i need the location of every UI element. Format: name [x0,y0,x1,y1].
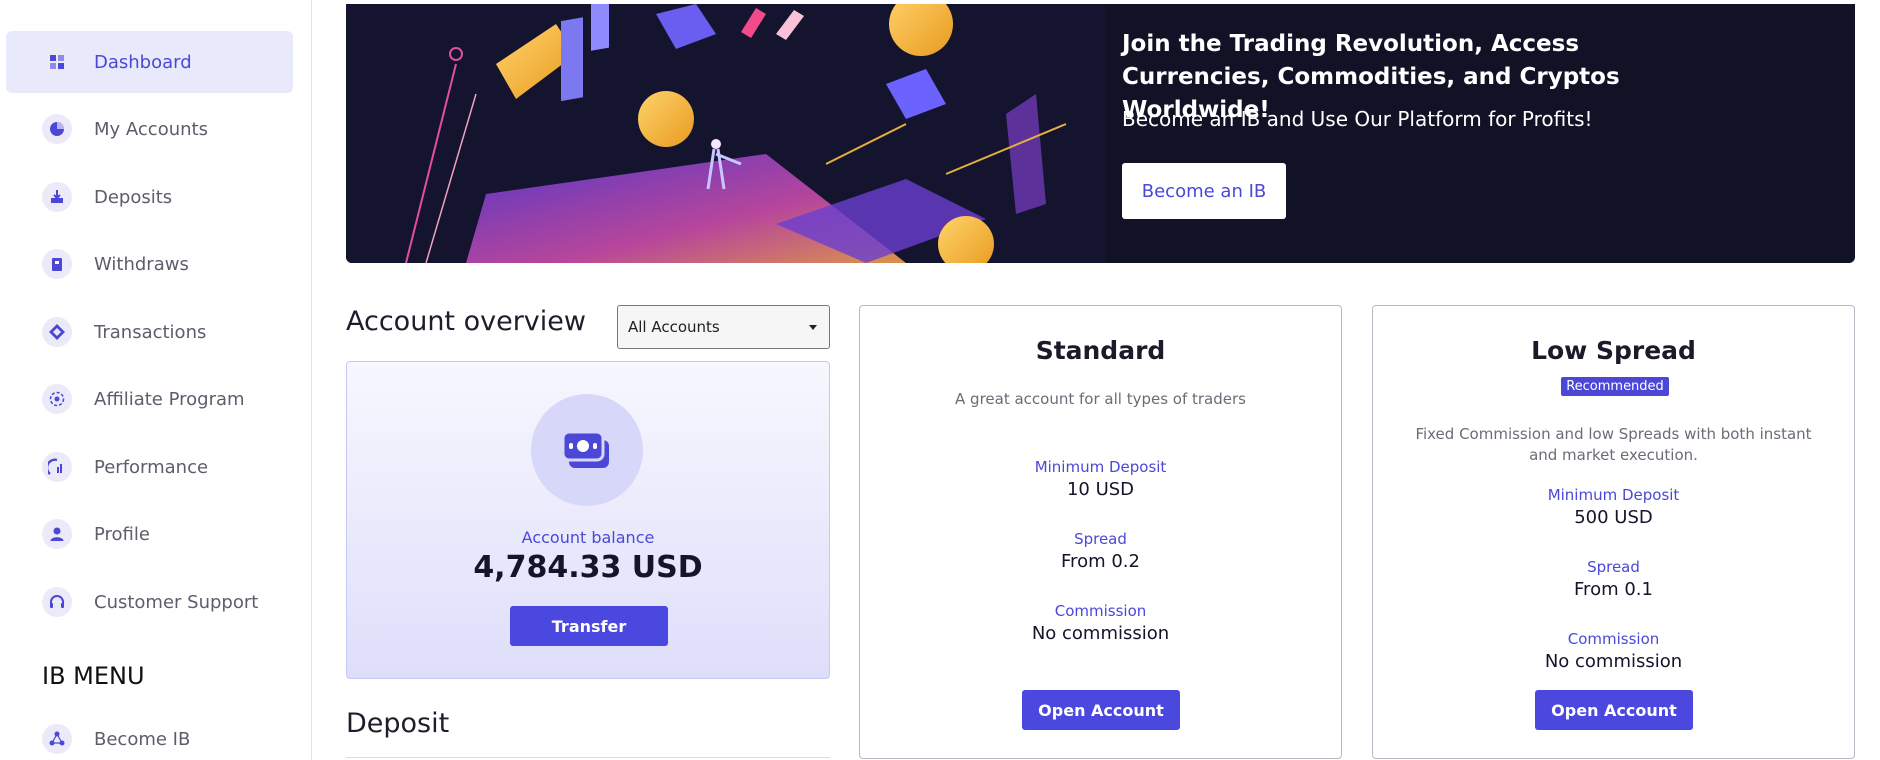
commission-value: No commission [1544,651,1683,672]
network-icon [42,724,72,754]
sidebar-item-dashboard[interactable]: Dashboard [6,31,293,93]
open-account-button[interactable]: Open Account [1022,690,1180,730]
performance-icon [42,452,72,482]
sidebar-item-label: Withdraws [94,253,189,275]
sidebar-item-label: Become IB [94,728,191,750]
spread-label: Spread [1587,558,1640,576]
sidebar-item-performance[interactable]: Performance [6,436,293,498]
divider [346,757,830,758]
sidebar-item-withdraws[interactable]: Withdraws [6,233,293,295]
sidebar-item-label: Dashboard [94,51,192,73]
user-icon [42,519,72,549]
affiliate-icon [42,384,72,414]
plan-description: Fixed Commission and low Spreads with bo… [1415,425,1812,464]
sidebar-item-deposits[interactable]: Deposits [6,166,293,228]
sidebar-item-profile[interactable]: Profile [6,503,293,565]
dashboard-icon [42,47,72,77]
sidebar-item-transactions[interactable]: Transactions [6,301,293,363]
promo-banner: Join the Trading Revolution, Access Curr… [346,4,1855,263]
spread-value: From 0.1 [1574,579,1653,600]
pie-chart-icon [42,114,72,144]
sidebar-item-my-accounts[interactable]: My Accounts [6,98,293,160]
commission-value: No commission [1031,623,1170,644]
plan-description: A great account for all types of traders [955,390,1246,408]
spread-label: Spread [1074,530,1127,548]
sidebar-item-label: My Accounts [94,118,208,140]
min-deposit-label: Minimum Deposit [1547,486,1680,504]
accounts-select-value: All Accounts [628,318,720,336]
sidebar: Dashboard My Accounts Deposits Withdraws… [0,0,312,760]
transfer-button[interactable]: Transfer [510,606,668,646]
sidebar-item-label: Performance [94,456,209,478]
deposit-icon [42,182,72,212]
sidebar-item-become-ib[interactable]: Become IB [6,708,293,760]
plan-title: Low Spread [1531,336,1696,365]
sidebar-item-label: Affiliate Program [94,388,245,410]
plan-title: Standard [1035,336,1166,365]
sidebar-item-customer-support[interactable]: Customer Support [6,571,293,633]
sidebar-item-affiliate-program[interactable]: Affiliate Program [6,368,293,430]
plan-card-low-spread: Low Spread Recommended Fixed Commission … [1372,305,1855,759]
accounts-select[interactable]: All Accounts [617,305,830,349]
recommended-badge: Recommended [1561,377,1669,396]
min-deposit-value: 10 USD [1066,479,1135,500]
sidebar-item-label: Transactions [94,321,207,343]
app: Dashboard My Accounts Deposits Withdraws… [0,0,1880,760]
sidebar-item-label: Customer Support [94,591,259,613]
transactions-icon [42,317,72,347]
banner-subtitle: Become an IB and Use Our Platform for Pr… [1122,107,1593,131]
wallet-icon [531,394,643,506]
commission-label: Commission [1567,630,1660,648]
caret-down-icon [809,325,817,330]
spread-value: From 0.2 [1061,551,1140,572]
plan-card-standard: Standard A great account for all types o… [859,305,1342,759]
commission-label: Commission [1054,602,1147,620]
min-deposit-value: 500 USD [1574,507,1653,528]
account-balance-value: 4,784.33 USD [473,550,703,585]
become-ib-button[interactable]: Become an IB [1122,163,1286,219]
sidebar-item-label: Profile [94,523,150,545]
withdraw-icon [42,249,72,279]
min-deposit-label: Minimum Deposit [1034,458,1167,476]
account-balance-label: Account balance [521,528,655,547]
balance-card: Account balance 4,784.33 USD Transfer [346,361,830,679]
account-overview-title: Account overview [346,306,586,337]
banner-illustration [346,4,1106,263]
ib-menu-heading: IB MENU [42,662,145,690]
headset-icon [42,587,72,617]
open-account-button[interactable]: Open Account [1535,690,1693,730]
sidebar-item-label: Deposits [94,186,173,208]
deposit-title: Deposit [346,708,450,739]
